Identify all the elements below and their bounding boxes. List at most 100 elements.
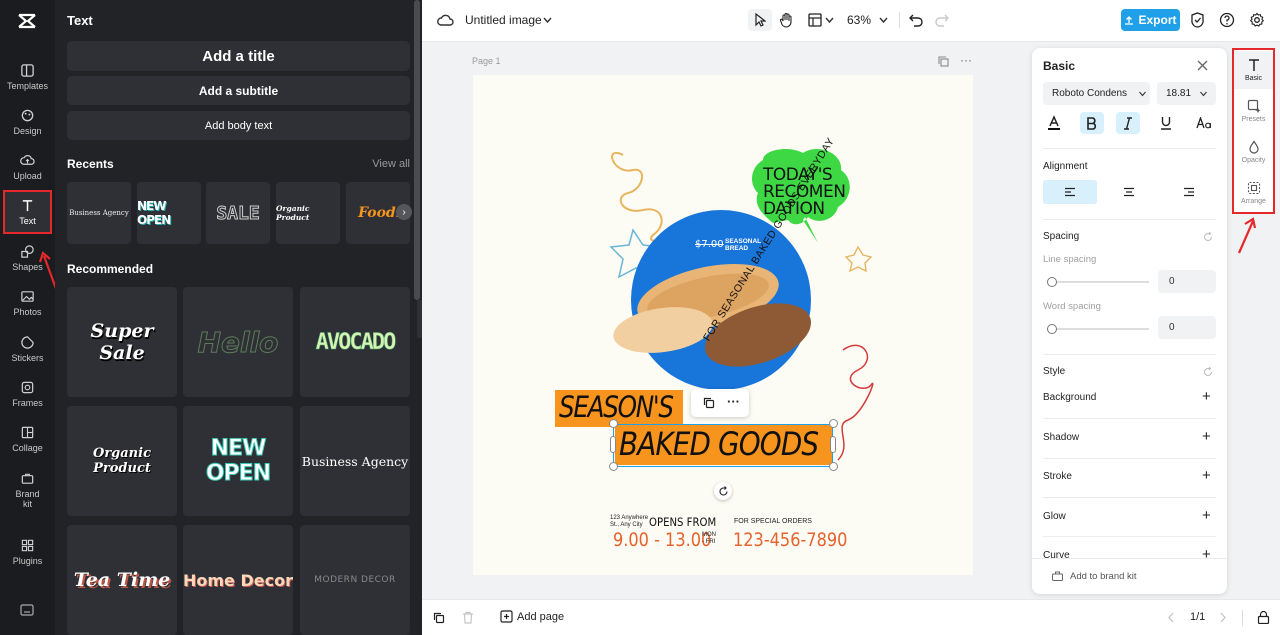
chevron-down-icon[interactable]: [825, 16, 834, 24]
keyboard-icon[interactable]: [20, 604, 34, 616]
more-options-icon[interactable]: ···: [727, 394, 740, 409]
align-left-button[interactable]: [1043, 180, 1097, 204]
next-page-icon[interactable]: [1219, 612, 1227, 623]
resize-handle[interactable]: [829, 419, 838, 428]
select-tool-button[interactable]: [748, 9, 772, 31]
bold-button[interactable]: [1080, 112, 1104, 134]
add-page-button[interactable]: Add page: [500, 610, 564, 623]
recommended-text-style[interactable]: Tea Time: [67, 525, 177, 635]
align-center-button[interactable]: [1102, 180, 1156, 204]
resize-handle[interactable]: [829, 462, 838, 471]
rail-item-plugins[interactable]: Plugins: [3, 530, 52, 574]
rail-item-stickers[interactable]: Stickers: [3, 327, 52, 371]
special-orders-text[interactable]: FOR SPECIAL ORDERS: [734, 518, 812, 525]
rail-item-frames[interactable]: Frames: [3, 372, 52, 416]
recent-text-style[interactable]: Organic Product: [276, 182, 340, 244]
selection-box[interactable]: [613, 424, 833, 467]
text-case-button[interactable]: [1192, 112, 1216, 134]
rail-item-text[interactable]: Text: [3, 190, 52, 234]
trash-icon[interactable]: [462, 611, 474, 624]
price-text[interactable]: $7.00: [695, 239, 724, 250]
page-more-icon[interactable]: ···: [960, 53, 972, 67]
word-spacing-input[interactable]: 0: [1158, 316, 1216, 339]
rail-item-design[interactable]: Design: [3, 100, 52, 144]
word-spacing-slider[interactable]: [1047, 328, 1149, 330]
gear-icon[interactable]: [1249, 12, 1265, 28]
rail-item-templates[interactable]: Templates: [3, 55, 52, 99]
reset-style-icon[interactable]: [1203, 367, 1213, 377]
days-text[interactable]: MON - FRI: [702, 532, 716, 546]
rail-tab-basic[interactable]: Basic: [1234, 51, 1273, 89]
recent-text-style[interactable]: Business Agency: [67, 182, 131, 244]
recommended-text-style[interactable]: Business Agency: [300, 406, 410, 516]
resize-handle-side[interactable]: [830, 436, 836, 453]
style-background-label[interactable]: Background: [1043, 392, 1096, 403]
shield-icon[interactable]: [1190, 12, 1205, 28]
zoom-level[interactable]: 63%: [847, 12, 871, 28]
recommended-text-style[interactable]: Super Sale: [67, 287, 177, 397]
italic-button[interactable]: [1116, 112, 1140, 134]
cloud-save-icon[interactable]: [437, 13, 454, 27]
export-button[interactable]: Export: [1121, 9, 1180, 31]
resize-handle-side[interactable]: [610, 436, 616, 453]
text-color-button[interactable]: [1042, 112, 1066, 134]
add-stroke-icon[interactable]: +: [1202, 467, 1211, 484]
layout-icon[interactable]: [808, 13, 822, 27]
help-icon[interactable]: [1219, 12, 1235, 28]
recent-text-style[interactable]: SALE: [206, 182, 270, 244]
capcut-logo-icon[interactable]: [16, 10, 38, 32]
style-stroke-label[interactable]: Stroke: [1043, 471, 1072, 482]
rail-tab-arrange[interactable]: Arrange: [1234, 174, 1273, 212]
rail-tab-presets[interactable]: Presets: [1234, 92, 1273, 130]
document-title[interactable]: Untitled image: [465, 12, 542, 28]
previous-page-icon[interactable]: [1167, 612, 1175, 623]
resize-handle[interactable]: [609, 462, 618, 471]
font-size-select[interactable]: 18.81: [1157, 82, 1216, 105]
line-spacing-input[interactable]: 0: [1158, 270, 1216, 293]
underline-button[interactable]: [1154, 112, 1178, 134]
line-spacing-knob[interactable]: [1047, 277, 1057, 287]
add-shadow-icon[interactable]: +: [1202, 428, 1211, 445]
close-icon[interactable]: [1197, 60, 1208, 71]
style-shadow-label[interactable]: Shadow: [1043, 432, 1079, 443]
reset-spacing-icon[interactable]: [1203, 232, 1213, 242]
recommended-text-style[interactable]: Organic Product: [67, 406, 177, 516]
rail-item-collage[interactable]: Collage: [3, 417, 52, 461]
chevron-down-icon[interactable]: [879, 16, 888, 24]
phone-text[interactable]: 123-456-7890: [733, 529, 847, 551]
word-spacing-knob[interactable]: [1047, 324, 1057, 334]
rail-item-brand-kit[interactable]: Brand kit: [3, 462, 52, 518]
recommended-text-style[interactable]: NEW OPEN: [183, 406, 293, 516]
resize-handle[interactable]: [609, 419, 618, 428]
recents-next-icon[interactable]: ›: [396, 204, 412, 220]
add-title-button[interactable]: Add a title: [67, 41, 410, 71]
rail-item-upload[interactable]: Upload: [3, 145, 52, 189]
duplicate-icon[interactable]: [703, 397, 715, 409]
hours-text[interactable]: 9.00 - 13.00: [613, 529, 711, 551]
rotate-handle[interactable]: [714, 482, 732, 500]
opens-from-text[interactable]: OPENS FROM: [649, 515, 716, 529]
lock-icon[interactable]: [1257, 611, 1270, 624]
panel-scrollbar[interactable]: [414, 0, 420, 300]
design-page[interactable]: TODAY'S RECOMEN DATION $7.00 SEASONAL BR…: [473, 75, 973, 575]
add-glow-icon[interactable]: +: [1202, 507, 1211, 524]
undo-icon[interactable]: [909, 13, 923, 27]
font-family-select[interactable]: Roboto Condens: [1043, 82, 1150, 105]
line-spacing-slider[interactable]: [1047, 281, 1149, 283]
recent-text-style[interactable]: NEW OPEN: [137, 182, 201, 244]
add-subtitle-button[interactable]: Add a subtitle: [67, 76, 410, 105]
recommended-text-style[interactable]: Home Decor: [183, 525, 293, 635]
recommended-text-style[interactable]: AVOCADO: [300, 287, 410, 397]
add-body-text-button[interactable]: Add body text: [67, 111, 410, 140]
add-background-icon[interactable]: +: [1202, 388, 1211, 405]
layers-icon[interactable]: [433, 612, 445, 624]
rail-tab-opacity[interactable]: Opacity: [1234, 133, 1273, 171]
chevron-down-icon[interactable]: [543, 16, 552, 24]
redo-icon[interactable]: [935, 13, 949, 27]
view-all-link[interactable]: View all: [372, 158, 410, 170]
address-text[interactable]: 123 Anywhere St., Any City: [610, 515, 648, 528]
duplicate-page-icon[interactable]: [938, 56, 949, 67]
recommended-text-style[interactable]: Hello: [183, 287, 293, 397]
hand-tool-icon[interactable]: [779, 12, 794, 28]
align-right-button[interactable]: [1162, 180, 1216, 204]
